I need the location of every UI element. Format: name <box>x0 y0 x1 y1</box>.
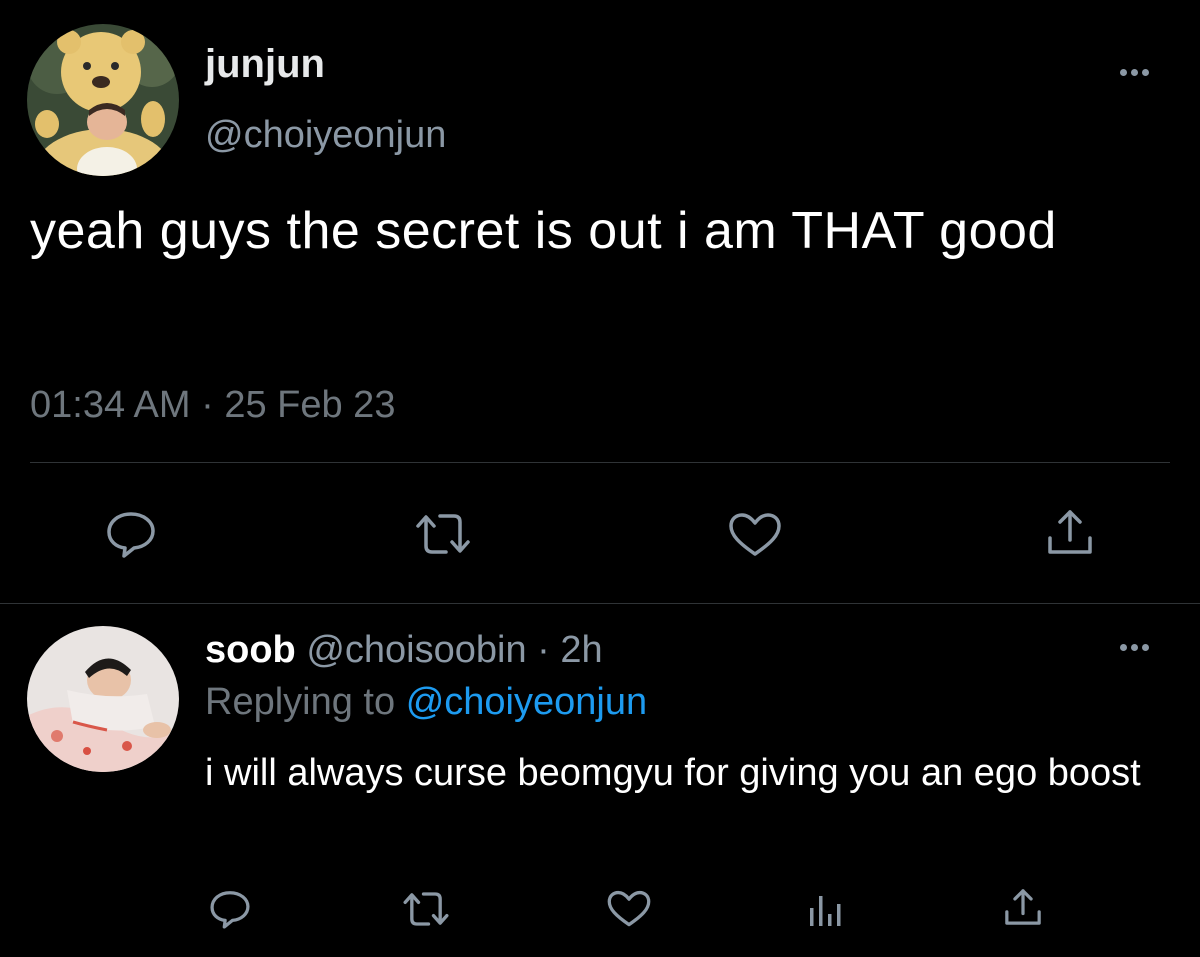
avatar[interactable] <box>27 24 179 176</box>
replying-to: Replying to @choiyeonjun <box>205 679 647 725</box>
user-handle[interactable]: @choisoobin <box>306 629 526 671</box>
more-options-icon[interactable] <box>1120 644 1149 651</box>
lying-person-avatar-icon <box>27 626 179 772</box>
divider <box>30 462 1170 463</box>
display-name[interactable]: soob <box>205 629 296 671</box>
retweet-button[interactable] <box>400 889 452 929</box>
tweet-text: yeah guys the secret is out i am THAT go… <box>30 202 1057 260</box>
like-button[interactable] <box>727 512 783 558</box>
avatar[interactable] <box>27 626 179 772</box>
share-button[interactable] <box>1002 886 1044 928</box>
user-handle[interactable]: @choiyeonjun <box>205 112 446 158</box>
analytics-button[interactable] <box>806 890 846 930</box>
replying-prefix: Replying to <box>205 681 396 723</box>
like-icon <box>607 890 651 927</box>
like-button[interactable] <box>606 890 652 928</box>
share-icon <box>1005 889 1041 925</box>
reply-button[interactable] <box>208 889 252 929</box>
reply-header: soob @choisoobin · 2h <box>205 627 603 673</box>
display-name[interactable]: junjun <box>205 40 325 88</box>
replying-to-link[interactable]: @choiyeonjun <box>406 681 647 723</box>
reply-button[interactable] <box>104 510 158 558</box>
tweet-time[interactable]: 2h <box>560 629 602 671</box>
more-options-icon[interactable] <box>1120 69 1149 76</box>
tweet-text: i will always curse beomgyu for giving y… <box>205 752 1141 794</box>
separator: · <box>537 629 550 671</box>
retweet-icon <box>416 514 470 554</box>
tweet-timestamp[interactable]: 01:34 AM · 25 Feb 23 <box>30 382 395 428</box>
reply-icon <box>210 891 250 929</box>
bear-costume-avatar-icon <box>27 24 179 176</box>
share-button[interactable] <box>1044 506 1096 558</box>
share-icon <box>1048 510 1092 554</box>
divider <box>0 603 1200 604</box>
retweet-button[interactable] <box>412 510 474 558</box>
analytics-icon <box>810 896 841 926</box>
reply-icon <box>107 512 155 558</box>
retweet-icon <box>403 892 449 926</box>
like-icon <box>729 513 781 556</box>
